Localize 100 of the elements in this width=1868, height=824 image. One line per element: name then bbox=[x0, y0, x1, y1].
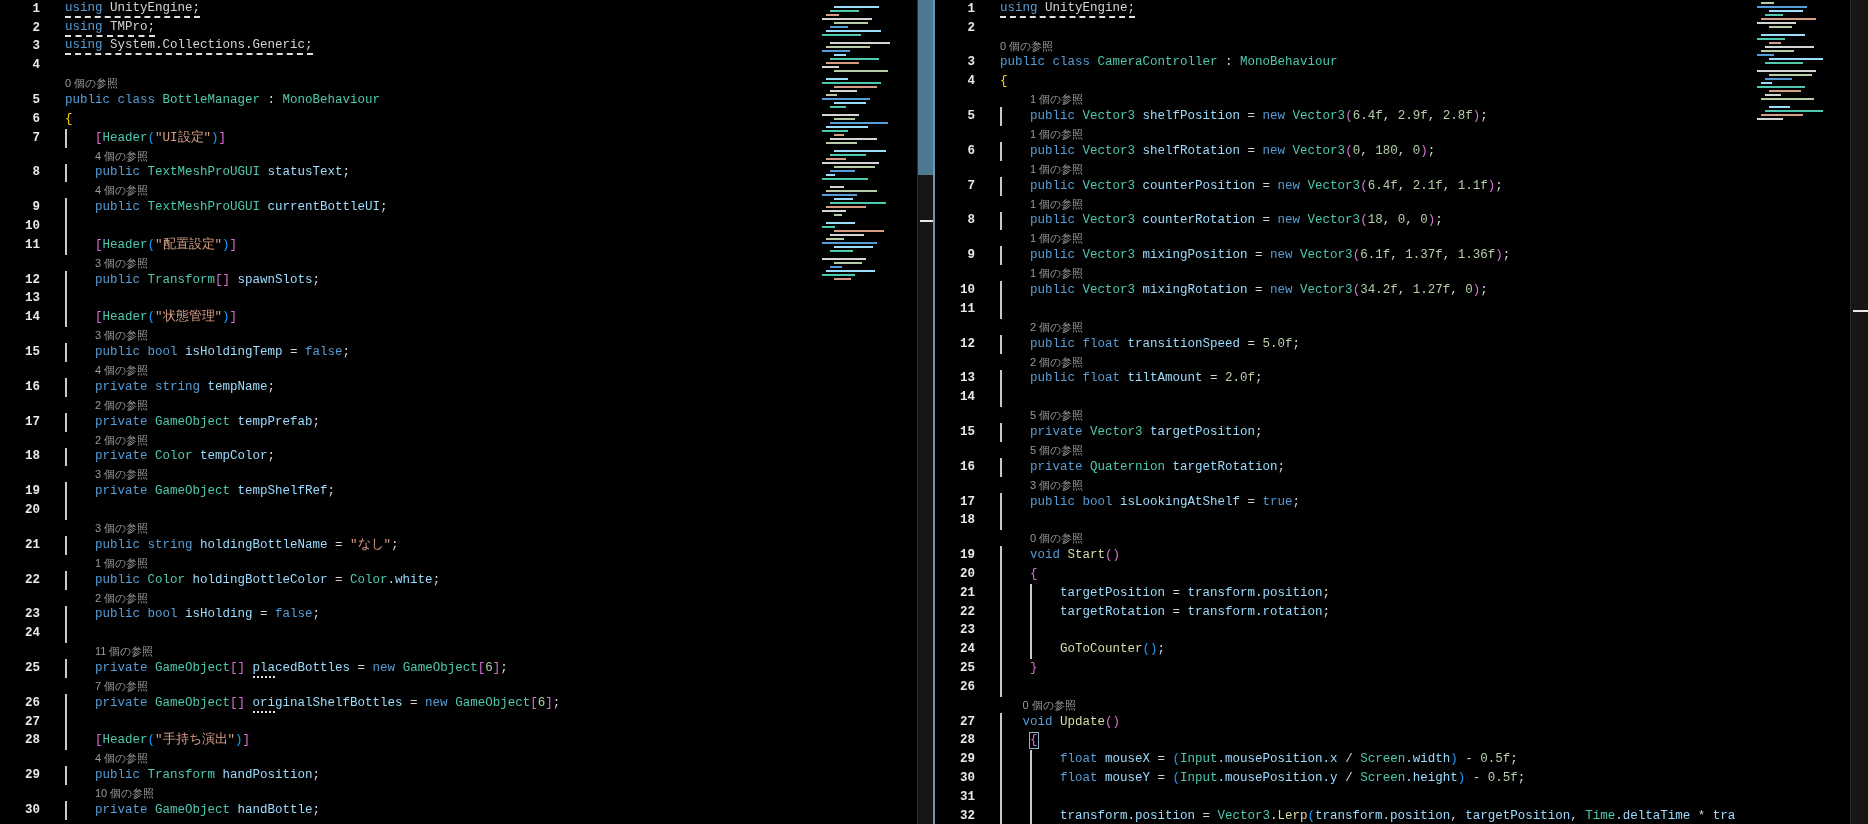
line-number: 28 bbox=[24, 733, 40, 749]
reference-count[interactable]: 4 個の参照 bbox=[95, 148, 149, 163]
code-line: public bool isHolding = false; bbox=[95, 607, 321, 623]
reference-count[interactable]: 10 個の参照 bbox=[95, 786, 155, 801]
line-number: 27 bbox=[959, 714, 975, 730]
line-number: 11 bbox=[959, 301, 975, 317]
reference-count[interactable]: 7 個の参照 bbox=[95, 678, 149, 693]
code-line: public Transform handPosition; bbox=[95, 768, 321, 784]
reference-count[interactable]: 0 個の参照 bbox=[65, 76, 119, 91]
line-number: 8 bbox=[31, 165, 40, 181]
reference-count[interactable]: 4 個の参照 bbox=[95, 751, 149, 766]
code-line: void Start() bbox=[1030, 548, 1121, 564]
code-line: { bbox=[1030, 567, 1038, 583]
code-line: public float transitionSpeed = 5.0f; bbox=[1030, 336, 1301, 352]
line-number: 8 bbox=[966, 213, 975, 229]
reference-count[interactable]: 5 個の参照 bbox=[1030, 442, 1084, 457]
code-line: private GameObject[] originalShelfBottles = new GameObject[6]; bbox=[95, 695, 561, 711]
reference-count[interactable]: 2 個の参照 bbox=[1030, 354, 1084, 369]
code-line: public Transform[] spawnSlots; bbox=[95, 272, 321, 288]
line-number: 15 bbox=[959, 425, 975, 441]
scrollbar-thumb[interactable] bbox=[918, 0, 933, 175]
line-number: 3 bbox=[966, 55, 975, 71]
code-line: public class BottleManager : MonoBehaviour bbox=[65, 93, 381, 109]
reference-count[interactable]: 3 個の参照 bbox=[1030, 477, 1084, 492]
code-line: { bbox=[1030, 733, 1038, 749]
reference-count[interactable]: 1 個の参照 bbox=[1030, 127, 1084, 141]
line-number: 14 bbox=[959, 390, 975, 406]
reference-count[interactable]: 2 個の参照 bbox=[1030, 319, 1084, 334]
line-number: 23 bbox=[24, 607, 40, 623]
line-number: 32 bbox=[959, 808, 975, 824]
line-number: 16 bbox=[959, 459, 975, 475]
line-number: 16 bbox=[24, 379, 40, 395]
line-number: 20 bbox=[24, 503, 40, 519]
reference-count[interactable]: 3 個の参照 bbox=[95, 520, 149, 535]
reference-count[interactable]: 3 個の参照 bbox=[95, 467, 149, 482]
code-line: public bool isHoldingTemp = false; bbox=[95, 345, 351, 361]
line-number: 2 bbox=[966, 20, 975, 36]
reference-count[interactable]: 0 個の参照 bbox=[1000, 38, 1054, 53]
reference-count[interactable]: 3 個の参照 bbox=[95, 255, 149, 270]
code-line: using System.Collections.Generic; bbox=[65, 38, 313, 56]
line-number: 7 bbox=[31, 130, 40, 146]
code-line: private string tempName; bbox=[95, 379, 276, 395]
code-line: private GameObject handBottle; bbox=[95, 803, 321, 818]
line-number: 12 bbox=[959, 336, 975, 352]
line-number: 14 bbox=[24, 310, 40, 326]
line-number: 25 bbox=[959, 661, 975, 676]
reference-count[interactable]: 4 個の参照 bbox=[95, 183, 149, 198]
reference-count[interactable]: 1 個の参照 bbox=[1030, 92, 1084, 107]
code-line: public string holdingBottleName = "なし"; bbox=[95, 537, 399, 553]
code-line: private GameObject[] placedBottles = new GameObject[6]; bbox=[95, 661, 508, 676]
reference-count[interactable]: 1 個の参照 bbox=[95, 555, 149, 570]
code-line: { bbox=[1000, 74, 1008, 90]
code-line: float mouseX = (Input.mousePosition.x / Screen.width) - 0.5f; bbox=[1060, 752, 1518, 768]
code-line: public Vector3 shelfPosition = new Vector3(6.4f, 2.9f, 2.8f); bbox=[1030, 109, 1488, 125]
line-number: 26 bbox=[959, 679, 975, 695]
code-line: public bool isLookingAtShelf = true; bbox=[1030, 494, 1301, 510]
line-number: 3 bbox=[31, 39, 40, 55]
line-number: 22 bbox=[959, 604, 975, 620]
reference-count[interactable]: 3 個の参照 bbox=[95, 328, 149, 343]
code-line: transform.position = Vector3.Lerp(transform.position, targetPosition, Time.deltaTime * tra bbox=[1060, 808, 1736, 824]
line-number: 5 bbox=[966, 109, 975, 125]
line-number: 29 bbox=[24, 768, 40, 784]
line-number: 20 bbox=[959, 567, 975, 583]
line-number: 19 bbox=[24, 484, 40, 500]
reference-count[interactable]: 0 個の参照 bbox=[1022, 697, 1076, 712]
line-number: 6 bbox=[31, 111, 40, 127]
code-line: private Color tempColor; bbox=[95, 449, 276, 465]
line-number: 21 bbox=[959, 585, 975, 601]
code-line: float mouseY = (Input.mousePosition.y / Screen.height) - 0.5f; bbox=[1060, 771, 1526, 786]
reference-count[interactable]: 5 個の参照 bbox=[1030, 408, 1084, 423]
code-line: public float tiltAmount = 2.0f; bbox=[1030, 371, 1263, 387]
code-line: public Vector3 mixingRotation = new Vector3(34.2f, 1.27f, 0); bbox=[1030, 283, 1488, 299]
line-number: 22 bbox=[24, 572, 40, 588]
code-line: public TextMeshProUGUI statusText; bbox=[95, 165, 351, 181]
reference-count[interactable]: 11 個の参照 bbox=[95, 644, 154, 659]
code-line: targetPosition = transform.position; bbox=[1060, 585, 1331, 601]
line-number: 13 bbox=[24, 291, 40, 307]
code-line: } bbox=[1030, 661, 1038, 676]
reference-count[interactable]: 1 個の参照 bbox=[1030, 266, 1084, 281]
line-number: 15 bbox=[24, 345, 40, 361]
line-number: 23 bbox=[959, 623, 975, 639]
reference-count[interactable]: 2 個の参照 bbox=[95, 397, 149, 412]
line-number: 24 bbox=[24, 626, 40, 642]
reference-count[interactable]: 1 個の参照 bbox=[1030, 161, 1084, 176]
line-number: 30 bbox=[959, 771, 975, 786]
reference-count[interactable]: 2 個の参照 bbox=[95, 432, 149, 447]
code-line: [Header("状態管理")] bbox=[95, 310, 238, 326]
line-number: 4 bbox=[966, 74, 975, 90]
line-number: 31 bbox=[959, 789, 975, 805]
reference-count[interactable]: 4 個の参照 bbox=[95, 362, 149, 377]
line-number: 26 bbox=[24, 695, 40, 711]
code-line: using TMPro; bbox=[65, 19, 156, 37]
line-number: 7 bbox=[966, 178, 975, 194]
reference-count[interactable]: 1 個の参照 bbox=[1030, 231, 1084, 246]
code-line: using UnityEngine; bbox=[1000, 0, 1136, 18]
reference-count[interactable]: 1 個の参照 bbox=[1030, 196, 1084, 211]
line-number: 19 bbox=[959, 548, 975, 564]
reference-count[interactable]: 2 個の参照 bbox=[95, 590, 149, 605]
line-number: 10 bbox=[24, 219, 40, 235]
reference-count[interactable]: 0 個の参照 bbox=[1030, 531, 1084, 546]
